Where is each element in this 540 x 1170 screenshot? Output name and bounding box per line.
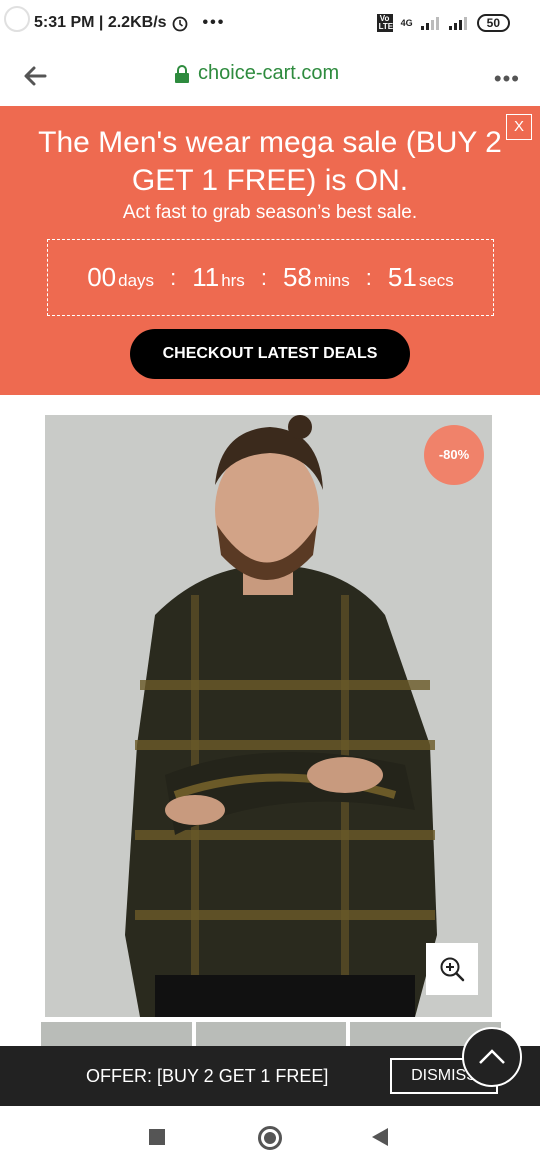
checkout-deals-button[interactable]: CHECKOUT LATEST DEALS [130,329,410,379]
chevron-up-icon [479,1049,505,1064]
more-notifications-icon: ••• [202,14,226,31]
zoom-in-button[interactable] [426,943,478,995]
status-indicators: Vo LTE 4G 50 [376,14,510,32]
countdown-minutes: 58 mins [282,262,350,292]
browser-bar: choice-cart.com ••• [0,48,540,106]
battery-indicator: 50 [476,14,510,32]
product-image[interactable]: -80% [45,415,492,1017]
offer-text: OFFER: [BUY 2 GET 1 FREE] [86,1066,329,1086]
discount-badge: -80% [424,425,484,485]
alarm-clock-icon [172,16,187,32]
nav-back-icon[interactable] [372,1128,388,1146]
address-bar[interactable]: choice-cart.com [174,62,339,85]
lock-icon [175,64,189,83]
browser-menu-icon[interactable]: ••• [494,66,520,92]
url-text: choice-cart.com [198,62,340,84]
offer-bar: OFFER: [BUY 2 GET 1 FREE] DISMISS [0,1046,540,1106]
countdown-separator: : [170,264,177,290]
signal-icon [420,17,439,30]
notification-dot-icon [4,6,30,32]
countdown-separator: : [260,264,267,290]
system-nav-bar [0,1106,540,1170]
network-label: 4G [400,18,413,28]
scroll-to-top-button[interactable] [462,1027,522,1087]
countdown-days: 00 days [87,262,155,292]
banner-subline: Act fast to grab season’s best sale. [122,202,418,223]
time-speed-text: 5:31 PM | 2.2KB/s [34,14,167,31]
countdown-hours: 11 hrs [192,262,245,292]
banner-headline: The Men's wear mega sale (BUY 2 GET 1 FR… [38,126,502,197]
zoom-in-icon [440,957,465,982]
volte-badge: Vo LTE [376,14,394,32]
status-bar: 5:31 PM | 2.2KB/s ••• Vo LTE 4G 50 [0,0,540,48]
home-icon[interactable] [258,1126,282,1150]
product-photo [45,415,492,1017]
signal-icon-2 [448,17,467,30]
countdown-seconds: 51 secs [387,262,454,292]
countdown-separator: : [365,264,372,290]
countdown-timer: 00 days : 11 hrs : 58 mins : 51 secs [47,239,494,316]
recents-icon[interactable] [149,1129,165,1145]
status-time: 5:31 PM | 2.2KB/s ••• [34,14,225,32]
back-arrow-icon[interactable] [20,61,50,91]
sale-banner: X The Men's wear mega sale (BUY 2 GET 1 … [0,106,540,395]
